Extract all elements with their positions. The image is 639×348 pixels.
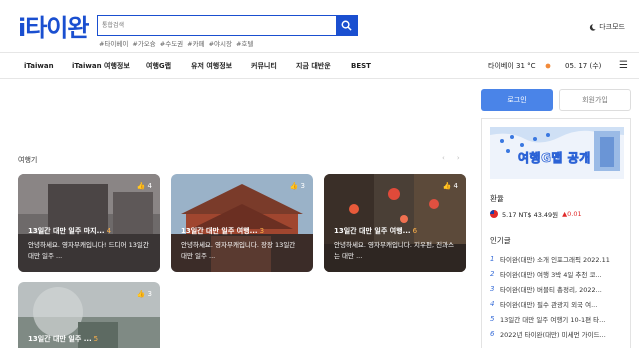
thumbs-up-icon: 👍 <box>442 182 452 190</box>
thumbs-up-icon: 👍 <box>136 290 146 298</box>
list-item[interactable]: 5 13일간 대만 일주 여행기 10-1편 타... <box>490 311 626 326</box>
card-title: 13일간 대만 일주 여행... 6 <box>334 227 418 235</box>
search-bar <box>97 15 358 36</box>
list-item[interactable]: 2 타이완(대만) 여행 3박 4일 추천 코... <box>490 266 626 281</box>
card-desc: 안녕하세요. 영자부캐입니다! 드디어 13일간 대만 일주 ... <box>28 241 149 260</box>
nav-item-user-travel[interactable]: 유저 여행정보 <box>191 61 232 71</box>
chevron-right-icon[interactable]: › <box>457 154 460 162</box>
banner-text: 여행G맵 공개 <box>518 151 591 166</box>
exchange-rate: 5.17 NT$ 43.49원 ▲0.01 <box>490 209 582 219</box>
hashtag-list: #타이베이 #가오슝 #수도권 #카페 #야시장 #호텔 <box>99 38 253 48</box>
dark-mode-toggle[interactable]: 다크모드 <box>589 22 625 32</box>
travel-card[interactable]: 👍 3 13일간 대만 일주 ... 5 <box>18 282 160 348</box>
list-item[interactable]: 3 타이완(대만) 버블티 총정리, 2022... <box>490 281 626 296</box>
popular-title: 인기글 <box>490 236 511 245</box>
list-item[interactable]: 6 2022년 타이완(대만) 미세먼 가이드... <box>490 326 626 341</box>
hashtag[interactable]: #야시장 <box>209 38 232 48</box>
search-icon <box>341 20 352 31</box>
hashtag[interactable]: #수도권 <box>160 38 183 48</box>
travel-card[interactable]: 👍 4 13일간 대만 일주 마지... 4 안녕하세요. 영자부캐입니다! 드디어… <box>18 174 160 272</box>
search-button[interactable] <box>336 16 357 35</box>
hashtag[interactable]: #호텔 <box>236 38 253 48</box>
nav-item-now[interactable]: 지금 대반운 <box>296 61 331 71</box>
card-title: 13일간 대만 일주 마지... 4 <box>28 227 112 235</box>
nav-item-best[interactable]: BEST <box>351 62 371 70</box>
card-desc: 안녕하세요. 영자부캐입니다. 지우펀, 진과스는 대만 ... <box>334 241 455 260</box>
card-title: 13일간 대만 일주 ... 5 <box>28 335 99 343</box>
like-count: 👍 3 <box>136 290 152 298</box>
sidebar-box: 여행G맵 공개 환율 5.17 NT$ 43.49원 ▲0.01 인기글 1 타이… <box>481 118 631 348</box>
carousel-arrows: ‹ › <box>442 154 460 162</box>
nav-item-info[interactable]: iTaiwan 여행정보 <box>72 61 130 71</box>
list-item[interactable]: 1 타이완(대만) 소개 인포그래픽 2022.11 <box>490 251 626 266</box>
hashtag[interactable]: #카페 <box>187 38 204 48</box>
hashtag[interactable]: #가오슝 <box>132 38 155 48</box>
map-banner[interactable]: 여행G맵 공개 <box>490 127 624 179</box>
date-readout: 05. 17 (수) <box>565 61 602 70</box>
nav-item-community[interactable]: 커뮤니티 <box>251 61 277 71</box>
nav-item-itaiwan[interactable]: iTaiwan <box>24 62 54 70</box>
travel-card[interactable]: 👍 3 13일간 대만 일주 여행... 3 안녕하세요. 영자부캐입니다. 장장 … <box>171 174 313 272</box>
sun-icon <box>545 63 551 68</box>
section-title: 여행기 <box>18 156 38 164</box>
exchange-title: 환율 <box>490 194 504 203</box>
flag-icon <box>490 210 498 218</box>
card-title: 13일간 대만 일주 여행... 3 <box>181 227 265 235</box>
page: i타이완 #타이베이 #가오슝 #수도권 #카페 #야시장 #호텔 다크모드 i… <box>0 0 639 348</box>
site-logo[interactable]: i타이완 <box>18 8 89 43</box>
search-input[interactable] <box>98 16 336 35</box>
login-button[interactable]: 로그인 <box>481 89 553 111</box>
card-desc: 안녕하세요. 영자부캐입니다. 장장 13일간 대만 일주 ... <box>181 241 296 260</box>
menu-icon[interactable]: ☰ <box>619 60 628 71</box>
thumbs-up-icon: 👍 <box>136 182 146 190</box>
like-count: 👍 3 <box>289 182 305 190</box>
nav-item-glab[interactable]: 여행G랩 <box>146 61 171 71</box>
thumbs-up-icon: 👍 <box>289 182 299 190</box>
like-count: 👍 4 <box>442 182 458 190</box>
dark-mode-label: 다크모드 <box>599 23 625 31</box>
hashtag[interactable]: #타이베이 <box>99 38 128 48</box>
weather-readout: 타이베이 31 °C <box>488 61 552 71</box>
list-item[interactable]: 4 타이완(대만) 필수 관광지 외국 여... <box>490 296 626 311</box>
moon-icon <box>590 23 596 31</box>
signup-button[interactable]: 회원가입 <box>559 89 631 111</box>
like-count: 👍 4 <box>136 182 152 190</box>
main-nav: iTaiwan iTaiwan 여행정보 여행G랩 유저 여행정보 커뮤니티 지… <box>0 52 639 79</box>
popular-list: 1 타이완(대만) 소개 인포그래픽 2022.11 2 타이완(대만) 여행 3박… <box>490 251 626 341</box>
exchange-change: ▲0.01 <box>562 210 582 218</box>
chevron-left-icon[interactable]: ‹ <box>442 154 445 162</box>
travel-card[interactable]: 👍 4 13일간 대만 일주 여행... 6 안녕하세요. 영자부캐입니다. 지우펀… <box>324 174 466 272</box>
